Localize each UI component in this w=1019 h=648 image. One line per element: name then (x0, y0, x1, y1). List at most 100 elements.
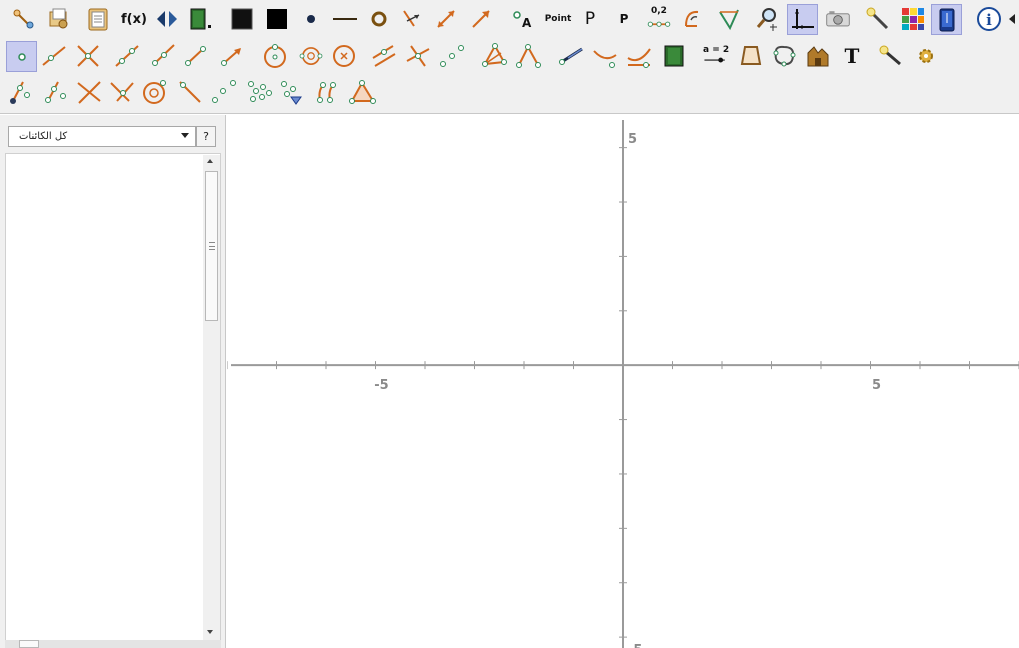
arc-icon (685, 10, 699, 27)
move-graphics-tool[interactable] (10, 5, 38, 33)
zoom-tool[interactable] (753, 5, 781, 33)
link-points-tool[interactable] (313, 78, 341, 106)
coordinate-axes: -5 5 5 -5 (227, 120, 1019, 648)
point-label-tool[interactable]: A (508, 5, 536, 33)
settings-tool[interactable] (912, 42, 940, 70)
intersect-lines-tool[interactable] (108, 78, 136, 106)
circle-two-points-tool[interactable] (294, 42, 328, 70)
color-palette-tool[interactable] (899, 5, 927, 33)
circle-center-tool[interactable] (261, 42, 289, 70)
quadrilateral-tool[interactable] (737, 42, 765, 70)
double-arrow-tool[interactable] (432, 5, 460, 33)
tangent-icon (559, 47, 583, 65)
quadrilateral-icon (740, 46, 762, 65)
segment-point-tool[interactable] (41, 78, 69, 106)
pen-tool[interactable] (876, 42, 904, 70)
horizontal-scrollbar-thumb[interactable] (19, 640, 39, 648)
line-point-tool[interactable] (176, 78, 204, 106)
palette-icon (902, 8, 924, 30)
vector-tool[interactable] (467, 5, 495, 33)
polygon-tool[interactable] (480, 42, 508, 70)
paste-tool[interactable] (84, 5, 112, 33)
vertical-scrollbar[interactable] (203, 155, 220, 640)
toolbar-more-tool[interactable] (1005, 5, 1019, 33)
axes-tool[interactable] (787, 4, 818, 35)
black-square-tool[interactable] (263, 5, 291, 33)
film-icon (190, 8, 211, 30)
open-file-tool[interactable] (45, 5, 73, 33)
vector-points-tool[interactable] (218, 42, 246, 70)
graphics-view-tool[interactable] (931, 4, 962, 35)
function-tool[interactable]: f(x) (118, 5, 150, 33)
black-square-large-tool[interactable] (228, 5, 256, 33)
cluster-tool[interactable] (245, 78, 273, 106)
camera-icon (826, 11, 850, 27)
conic-tool[interactable] (591, 42, 619, 70)
angle-bisector-tool[interactable] (515, 42, 543, 70)
locus-icon (627, 48, 651, 68)
circle-point-tool[interactable] (141, 78, 169, 106)
house-shape-tool[interactable] (804, 42, 832, 70)
equation-tool[interactable]: a = 2 (698, 42, 732, 70)
conic-icon (593, 50, 617, 68)
text-tool[interactable]: T (838, 42, 866, 70)
info-tool[interactable]: i (975, 5, 1003, 33)
point-label-letter: A (522, 16, 532, 30)
animation-tool[interactable] (660, 42, 688, 70)
triangle-tool[interactable] (348, 78, 376, 106)
slider-tool[interactable]: 0,2 (643, 5, 675, 33)
perpendicular-tool[interactable] (404, 42, 432, 70)
help-button[interactable]: ? (196, 126, 216, 147)
point-caption-tool[interactable]: Point (541, 5, 575, 33)
bold-p-tool[interactable]: P (610, 5, 638, 33)
flip-tool[interactable] (153, 5, 181, 33)
tablet-icon (939, 8, 954, 31)
segment-tool[interactable] (40, 42, 68, 70)
chevron-down-icon[interactable] (181, 133, 189, 138)
scrollbar-thumb[interactable] (205, 171, 218, 321)
graphics-view[interactable]: -5 5 5 -5 (227, 115, 1019, 648)
film-icon (664, 45, 684, 67)
dot-style-tool[interactable] (297, 5, 325, 33)
object-filter-select[interactable]: كل الكائنات (8, 126, 196, 147)
circle-radius-icon (333, 45, 355, 67)
scroll-down-icon[interactable] (207, 630, 213, 634)
wand-icon (866, 7, 889, 30)
y-tick-label-positive: 5 (628, 132, 637, 147)
film-tool[interactable] (186, 5, 214, 33)
horizontal-scrollbar[interactable] (5, 640, 221, 648)
object-list[interactable] (5, 153, 221, 648)
freehand-shape-tool[interactable] (770, 42, 798, 70)
locus-tool[interactable] (625, 42, 653, 70)
tangent-tool[interactable] (557, 42, 585, 70)
camera-tool[interactable] (822, 5, 854, 33)
angle-arc-tool[interactable] (680, 5, 708, 33)
reflect-tool[interactable] (398, 5, 426, 33)
intersect-tool[interactable] (74, 42, 102, 70)
p-icon: P (584, 9, 596, 29)
circle-style-tool[interactable] (365, 5, 393, 33)
magic-wand-tool[interactable] (864, 5, 892, 33)
polygon-icon (482, 43, 507, 67)
letter-p-tool[interactable]: P (576, 5, 604, 33)
segment-points-icon (185, 46, 206, 66)
scroll-up-icon[interactable] (207, 159, 213, 163)
midpoint-tool[interactable] (438, 42, 466, 70)
circle-radius-tool[interactable] (330, 42, 358, 70)
angle-tool[interactable] (715, 5, 743, 33)
triangle-points-tool[interactable] (278, 78, 306, 106)
folder-icon (49, 8, 68, 29)
text-icon: Point (544, 14, 572, 24)
points-set-tool[interactable] (210, 78, 238, 106)
axes-icon (791, 8, 814, 29)
line-icon (333, 18, 357, 20)
parallel-tool[interactable] (370, 42, 398, 70)
segment-points-tool[interactable] (182, 42, 210, 70)
point-tool[interactable] (6, 41, 37, 72)
line-through-points-tool[interactable] (113, 42, 141, 70)
cross-lines-tool[interactable] (75, 78, 103, 106)
segment-length-tool[interactable] (6, 78, 34, 106)
svg-text:i: i (986, 11, 992, 29)
line-style-tool[interactable] (331, 5, 359, 33)
ray-tool[interactable] (148, 42, 176, 70)
